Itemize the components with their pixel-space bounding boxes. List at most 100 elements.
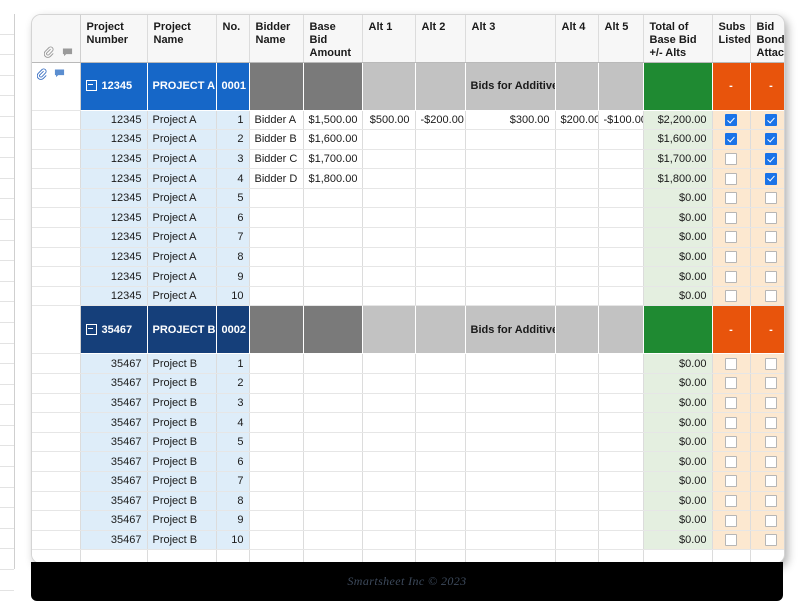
table-row[interactable]: 12345 Project A 1 Bidder A $1,500.00 $500.00-… [32, 110, 784, 131]
cell-project-number[interactable]: 35467 [80, 393, 148, 414]
cell-alt5[interactable] [598, 373, 644, 394]
cell-subs-listed[interactable] [712, 266, 751, 287]
cell-no[interactable]: 3 [216, 149, 250, 170]
cell-alt2[interactable] [415, 373, 466, 394]
cell-project-name[interactable]: Project B [147, 510, 217, 531]
table-row[interactable]: 12345 Project A 6 $0.00 [32, 207, 784, 229]
cell-no[interactable]: 4 [216, 412, 250, 433]
cell-subs-listed[interactable] [712, 149, 751, 170]
cell-bidder-name[interactable] [249, 491, 304, 512]
cell-alt2[interactable] [415, 247, 466, 268]
cell-alt1[interactable] [362, 491, 416, 512]
cell-alt5[interactable] [598, 129, 644, 150]
cell-bidder-name[interactable] [249, 207, 304, 229]
cell-alt2[interactable]: -$200.00 [415, 110, 466, 131]
cell-alt5[interactable] [598, 149, 644, 170]
table-row[interactable]: 12345 Project A 4 Bidder D $1,800.00 $1,800.0… [32, 168, 784, 189]
cell-bid-bond-attached[interactable] [750, 247, 784, 268]
cell-project-number[interactable]: 35467 [80, 373, 148, 394]
cell-no[interactable]: 2 [216, 129, 250, 150]
cell-project-name[interactable]: Project B [147, 530, 217, 551]
cell-alt4[interactable] [555, 247, 599, 268]
cell-alt1[interactable] [362, 432, 416, 453]
checkbox-checked-icon[interactable] [765, 133, 777, 146]
cell-alt3[interactable] [465, 471, 556, 492]
cell-no[interactable]: 7 [216, 227, 250, 248]
cell-subs-listed[interactable] [712, 227, 751, 248]
cell-bid-bond-attached[interactable] [750, 286, 784, 307]
cell-project-number[interactable]: 12345 [80, 149, 148, 170]
cell-project-name[interactable]: Project B [147, 412, 217, 433]
cell-no[interactable]: 1 [216, 353, 250, 375]
cell-alt3[interactable] [465, 373, 556, 394]
checkbox-unchecked-icon[interactable] [725, 231, 737, 244]
cell-base-bid-amount[interactable] [303, 530, 363, 551]
group-no[interactable]: 0001 [216, 62, 250, 111]
cell-project-name[interactable]: Project B [147, 451, 217, 472]
cell-bid-bond-attached[interactable] [750, 207, 784, 229]
cell-alt4[interactable] [555, 168, 599, 189]
cell-project-number[interactable]: 12345 [80, 168, 148, 189]
cell-bidder-name[interactable] [249, 353, 304, 375]
cell-project-name[interactable]: Project A [147, 129, 217, 150]
cell-bid-bond-attached[interactable] [750, 353, 784, 375]
cell-no[interactable]: 6 [216, 207, 250, 229]
cell-bidder-name[interactable] [249, 393, 304, 414]
cell-bidder-name[interactable] [249, 510, 304, 531]
cell-subs-listed[interactable] [712, 510, 751, 531]
cell-base-bid-amount[interactable]: $1,600.00 [303, 129, 363, 150]
cell-project-number[interactable]: 12345 [80, 247, 148, 268]
cell-base-bid-amount[interactable] [303, 373, 363, 394]
cell-project-name[interactable]: Project A [147, 207, 217, 229]
cell-bid-bond-attached[interactable] [750, 451, 784, 472]
checkbox-unchecked-icon[interactable] [725, 396, 737, 409]
cell-project-name[interactable]: Project A [147, 110, 217, 131]
checkbox-unchecked-icon[interactable] [765, 251, 777, 263]
column-header-project-number[interactable]: Project Number [80, 15, 148, 63]
cell-alt5[interactable] [598, 266, 644, 287]
cell-alt1[interactable] [362, 188, 416, 209]
column-header-bidder-name[interactable]: Bidder Name [249, 15, 304, 63]
cell-alt4[interactable] [555, 510, 599, 531]
checkbox-unchecked-icon[interactable] [765, 211, 777, 224]
cell-alt1[interactable] [362, 207, 416, 229]
column-header-no[interactable]: No. [216, 15, 250, 63]
cell-bid-bond-attached[interactable] [750, 110, 784, 131]
cell-bid-bond-attached[interactable] [750, 266, 784, 287]
cell-alt5[interactable] [598, 432, 644, 453]
group-project-name[interactable]: PROJECT A [147, 62, 217, 111]
checkbox-unchecked-icon[interactable] [725, 357, 737, 370]
cell-bidder-name[interactable] [249, 247, 304, 268]
column-header-alt1[interactable]: Alt 1 [362, 15, 416, 63]
cell-no[interactable]: 2 [216, 373, 250, 394]
checkbox-unchecked-icon[interactable] [725, 455, 737, 468]
cell-alt5[interactable] [598, 510, 644, 531]
cell-project-name[interactable]: Project A [147, 188, 217, 209]
checkbox-unchecked-icon[interactable] [765, 231, 777, 244]
cell-bidder-name[interactable] [249, 530, 304, 551]
cell-project-name[interactable]: Project B [147, 353, 217, 375]
cell-base-bid-amount[interactable] [303, 188, 363, 209]
cell-alt5[interactable] [598, 412, 644, 433]
cell-alt1[interactable] [362, 266, 416, 287]
checkbox-unchecked-icon[interactable] [765, 436, 777, 449]
cell-alt5[interactable] [598, 286, 644, 307]
cell-bid-bond-attached[interactable] [750, 168, 784, 189]
cell-alt1[interactable] [362, 451, 416, 472]
cell-base-bid-amount[interactable] [303, 247, 363, 268]
cell-base-bid-amount[interactable] [303, 451, 363, 472]
cell-subs-listed[interactable] [712, 286, 751, 307]
cell-bidder-name[interactable]: Bidder D [249, 168, 304, 189]
cell-alt4[interactable] [555, 432, 599, 453]
checkbox-unchecked-icon[interactable] [765, 494, 777, 507]
checkbox-unchecked-icon[interactable] [765, 290, 777, 303]
cell-alt3[interactable] [465, 432, 556, 453]
cell-base-bid-amount[interactable]: $1,800.00 [303, 168, 363, 189]
column-header-alt2[interactable]: Alt 2 [415, 15, 466, 63]
cell-alt2[interactable] [415, 412, 466, 433]
checkbox-unchecked-icon[interactable] [725, 475, 737, 488]
table-row[interactable]: 35467 Project B 3 $0.00 [32, 393, 784, 414]
cell-project-name[interactable]: Project A [147, 227, 217, 248]
cell-project-number[interactable]: 12345 [80, 110, 148, 131]
column-header-total[interactable]: Total of Base Bid +/- Alts [643, 15, 713, 63]
